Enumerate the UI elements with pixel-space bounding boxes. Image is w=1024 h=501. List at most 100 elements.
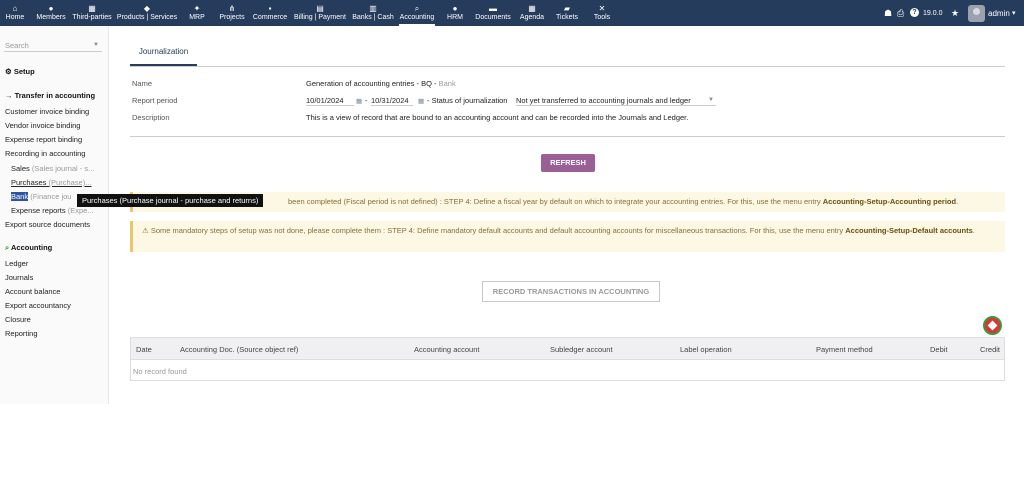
name-label: Name bbox=[132, 79, 153, 88]
menu-projects[interactable]: ⋔ Projects bbox=[216, 0, 248, 26]
menu-commerce[interactable]: ▪ Commerce bbox=[250, 0, 290, 26]
sidebar-item-recording[interactable]: Recording in accounting bbox=[5, 149, 85, 158]
transactions-table: Date Accounting Doc. (Source object ref)… bbox=[130, 337, 1005, 381]
menu-label: Accounting bbox=[399, 14, 435, 21]
tab-journalization[interactable]: Journalization bbox=[130, 43, 197, 66]
tools-icon: ✕ bbox=[598, 4, 606, 13]
sidebar-setup-label: Setup bbox=[13, 67, 35, 76]
sidebar-item-vendor-invoice-binding[interactable]: Vendor invoice binding bbox=[5, 121, 80, 130]
purchases-label: Purchases bbox=[11, 178, 47, 187]
tab-underline bbox=[130, 66, 1005, 67]
date-from-input[interactable]: 10/01/2024 bbox=[306, 96, 354, 106]
status-value: Not yet transferred to accounting journa… bbox=[516, 96, 691, 105]
description-value: This is a view of record that are bound … bbox=[306, 113, 689, 122]
menu-products[interactable]: ◆ Products | Services bbox=[114, 0, 180, 26]
sidebar-item-closure[interactable]: Closure bbox=[5, 315, 31, 324]
menu-label: Banks | Cash bbox=[352, 14, 394, 21]
user-name[interactable]: admin bbox=[988, 8, 1010, 20]
column-header[interactable]: Debit bbox=[930, 345, 948, 354]
warning-link: Accounting-Setup-Accounting period bbox=[822, 197, 957, 206]
export-icon[interactable] bbox=[983, 316, 1002, 335]
sidebar-item-reporting[interactable]: Reporting bbox=[5, 329, 38, 338]
user-icon: ● bbox=[48, 4, 54, 13]
sidebar-item-ledger[interactable]: Ledger bbox=[5, 259, 28, 268]
warning-text: Some mandatory steps of setup was not do… bbox=[150, 226, 844, 235]
column-header[interactable]: Credit bbox=[980, 345, 1000, 354]
sidebar-item-export-accountancy[interactable]: Export accountancy bbox=[5, 301, 71, 310]
sidebar-item-sales[interactable]: Sales (Sales journal - s... bbox=[11, 164, 94, 173]
date-to-input[interactable]: 10/31/2024 bbox=[371, 96, 413, 106]
sidebar-transfer-title[interactable]: → Transfer in accounting bbox=[5, 91, 95, 100]
menu-billing[interactable]: ▤ Billing | Payment bbox=[291, 0, 349, 26]
ticket-icon: ▰ bbox=[563, 4, 571, 13]
sidebar-item-expense-report-binding[interactable]: Expense report binding bbox=[5, 135, 82, 144]
column-header[interactable]: Date bbox=[136, 345, 152, 354]
bookmark-star-icon[interactable]: ★ bbox=[951, 7, 959, 19]
sidebar-item-purchases[interactable]: Purchases (Purchase)... bbox=[11, 178, 91, 187]
menu-third-parties[interactable]: ▦ Third-parties bbox=[70, 0, 114, 26]
warning-default-accounts: ⚠ Some mandatory steps of setup was not … bbox=[130, 221, 1005, 252]
menu-hrm[interactable]: ● HRM bbox=[442, 0, 468, 26]
sitemap-icon: ⋔ bbox=[228, 4, 236, 13]
bank-label: Bank bbox=[11, 192, 29, 201]
status-select[interactable]: Not yet transferred to accounting journa… bbox=[516, 96, 716, 106]
sidebar-item-bank[interactable]: Bank (Finance jou bbox=[11, 192, 71, 201]
menu-banks[interactable]: ▥ Banks | Cash bbox=[350, 0, 396, 26]
column-header[interactable]: Accounting Doc. (Source object ref) bbox=[180, 345, 298, 354]
period-label: Report period bbox=[132, 96, 178, 105]
calendar-icon: ▦ bbox=[528, 4, 536, 13]
bug-icon[interactable]: ☗ bbox=[884, 7, 892, 19]
search-placeholder: Search bbox=[5, 41, 29, 50]
menu-home[interactable]: ⌂ Home bbox=[0, 0, 30, 26]
sidebar-item-journals[interactable]: Journals bbox=[5, 273, 33, 282]
bank-journal-label: (Finance jou bbox=[30, 192, 72, 201]
user-tie-icon: ● bbox=[452, 4, 458, 13]
column-header[interactable]: Label operation bbox=[680, 345, 732, 354]
column-header[interactable]: Accounting account bbox=[414, 345, 479, 354]
invoice-icon: ▤ bbox=[316, 4, 324, 13]
sidebar-accounting-title[interactable]: ⌕ Accounting bbox=[5, 243, 52, 253]
menu-label: Documents bbox=[475, 14, 511, 21]
sidebar-item-export-source[interactable]: Export source documents bbox=[5, 220, 90, 229]
calendar-icon[interactable]: ▦ bbox=[356, 97, 362, 105]
sidebar-setup[interactable]: ⚙ Setup bbox=[5, 67, 35, 76]
calendar-icon[interactable]: ▦ bbox=[418, 97, 424, 105]
menu-label: Projects bbox=[219, 14, 245, 21]
help-icon[interactable]: ? bbox=[910, 8, 919, 17]
name-text: Generation of accounting entries - BQ - bbox=[306, 79, 437, 88]
search-input[interactable]: Search ▼ bbox=[4, 39, 102, 52]
menu-documents[interactable]: ▬ Documents bbox=[472, 0, 514, 26]
menu-agenda[interactable]: ▦ Agenda bbox=[516, 0, 548, 26]
print-icon[interactable]: ⎙ bbox=[897, 7, 904, 19]
warning-text: been completed (Fiscal period is not def… bbox=[288, 197, 821, 206]
sidebar-item-customer-invoice-binding[interactable]: Customer invoice binding bbox=[5, 107, 89, 116]
menu-label: Members bbox=[36, 14, 66, 21]
description-label: Description bbox=[132, 113, 170, 122]
menu-mrp[interactable]: ✦ MRP bbox=[182, 0, 212, 26]
column-header[interactable]: Subledger account bbox=[550, 345, 613, 354]
user-avatar[interactable] bbox=[968, 5, 985, 22]
menu-label: Agenda bbox=[519, 14, 545, 21]
building-icon: ▦ bbox=[88, 4, 96, 13]
menu-tickets[interactable]: ▰ Tickets bbox=[553, 0, 581, 26]
sales-journal-label: (Sales journal - s... bbox=[31, 164, 95, 173]
expense-journal-label: (Expe... bbox=[67, 206, 94, 215]
no-record-message: No record found bbox=[133, 367, 187, 376]
menu-accounting[interactable]: ⌕ Accounting bbox=[397, 0, 437, 26]
menu-label: Home bbox=[5, 14, 25, 21]
record-transactions-button[interactable]: RECORD TRANSACTIONS IN ACCOUNTING bbox=[482, 281, 660, 302]
chevron-down-icon: ▼ bbox=[93, 42, 99, 48]
chevron-down-icon[interactable]: ▾ bbox=[1012, 8, 1016, 20]
divider bbox=[130, 136, 1005, 137]
status-label: - Status of journalization bbox=[427, 96, 508, 105]
sales-label: Sales bbox=[11, 164, 30, 173]
warning-icon: ⚠ bbox=[142, 226, 151, 235]
chevron-down-icon: ▼ bbox=[708, 97, 714, 103]
refresh-button[interactable]: REFRESH bbox=[541, 154, 595, 172]
sidebar-item-expense-reports[interactable]: Expense reports (Expe... bbox=[11, 206, 94, 215]
column-header[interactable]: Payment method bbox=[816, 345, 873, 354]
menu-tools[interactable]: ✕ Tools bbox=[589, 0, 615, 26]
menu-label: HRM bbox=[447, 14, 463, 21]
menu-members[interactable]: ● Members bbox=[33, 0, 69, 26]
sidebar-item-account-balance[interactable]: Account balance bbox=[5, 287, 60, 296]
